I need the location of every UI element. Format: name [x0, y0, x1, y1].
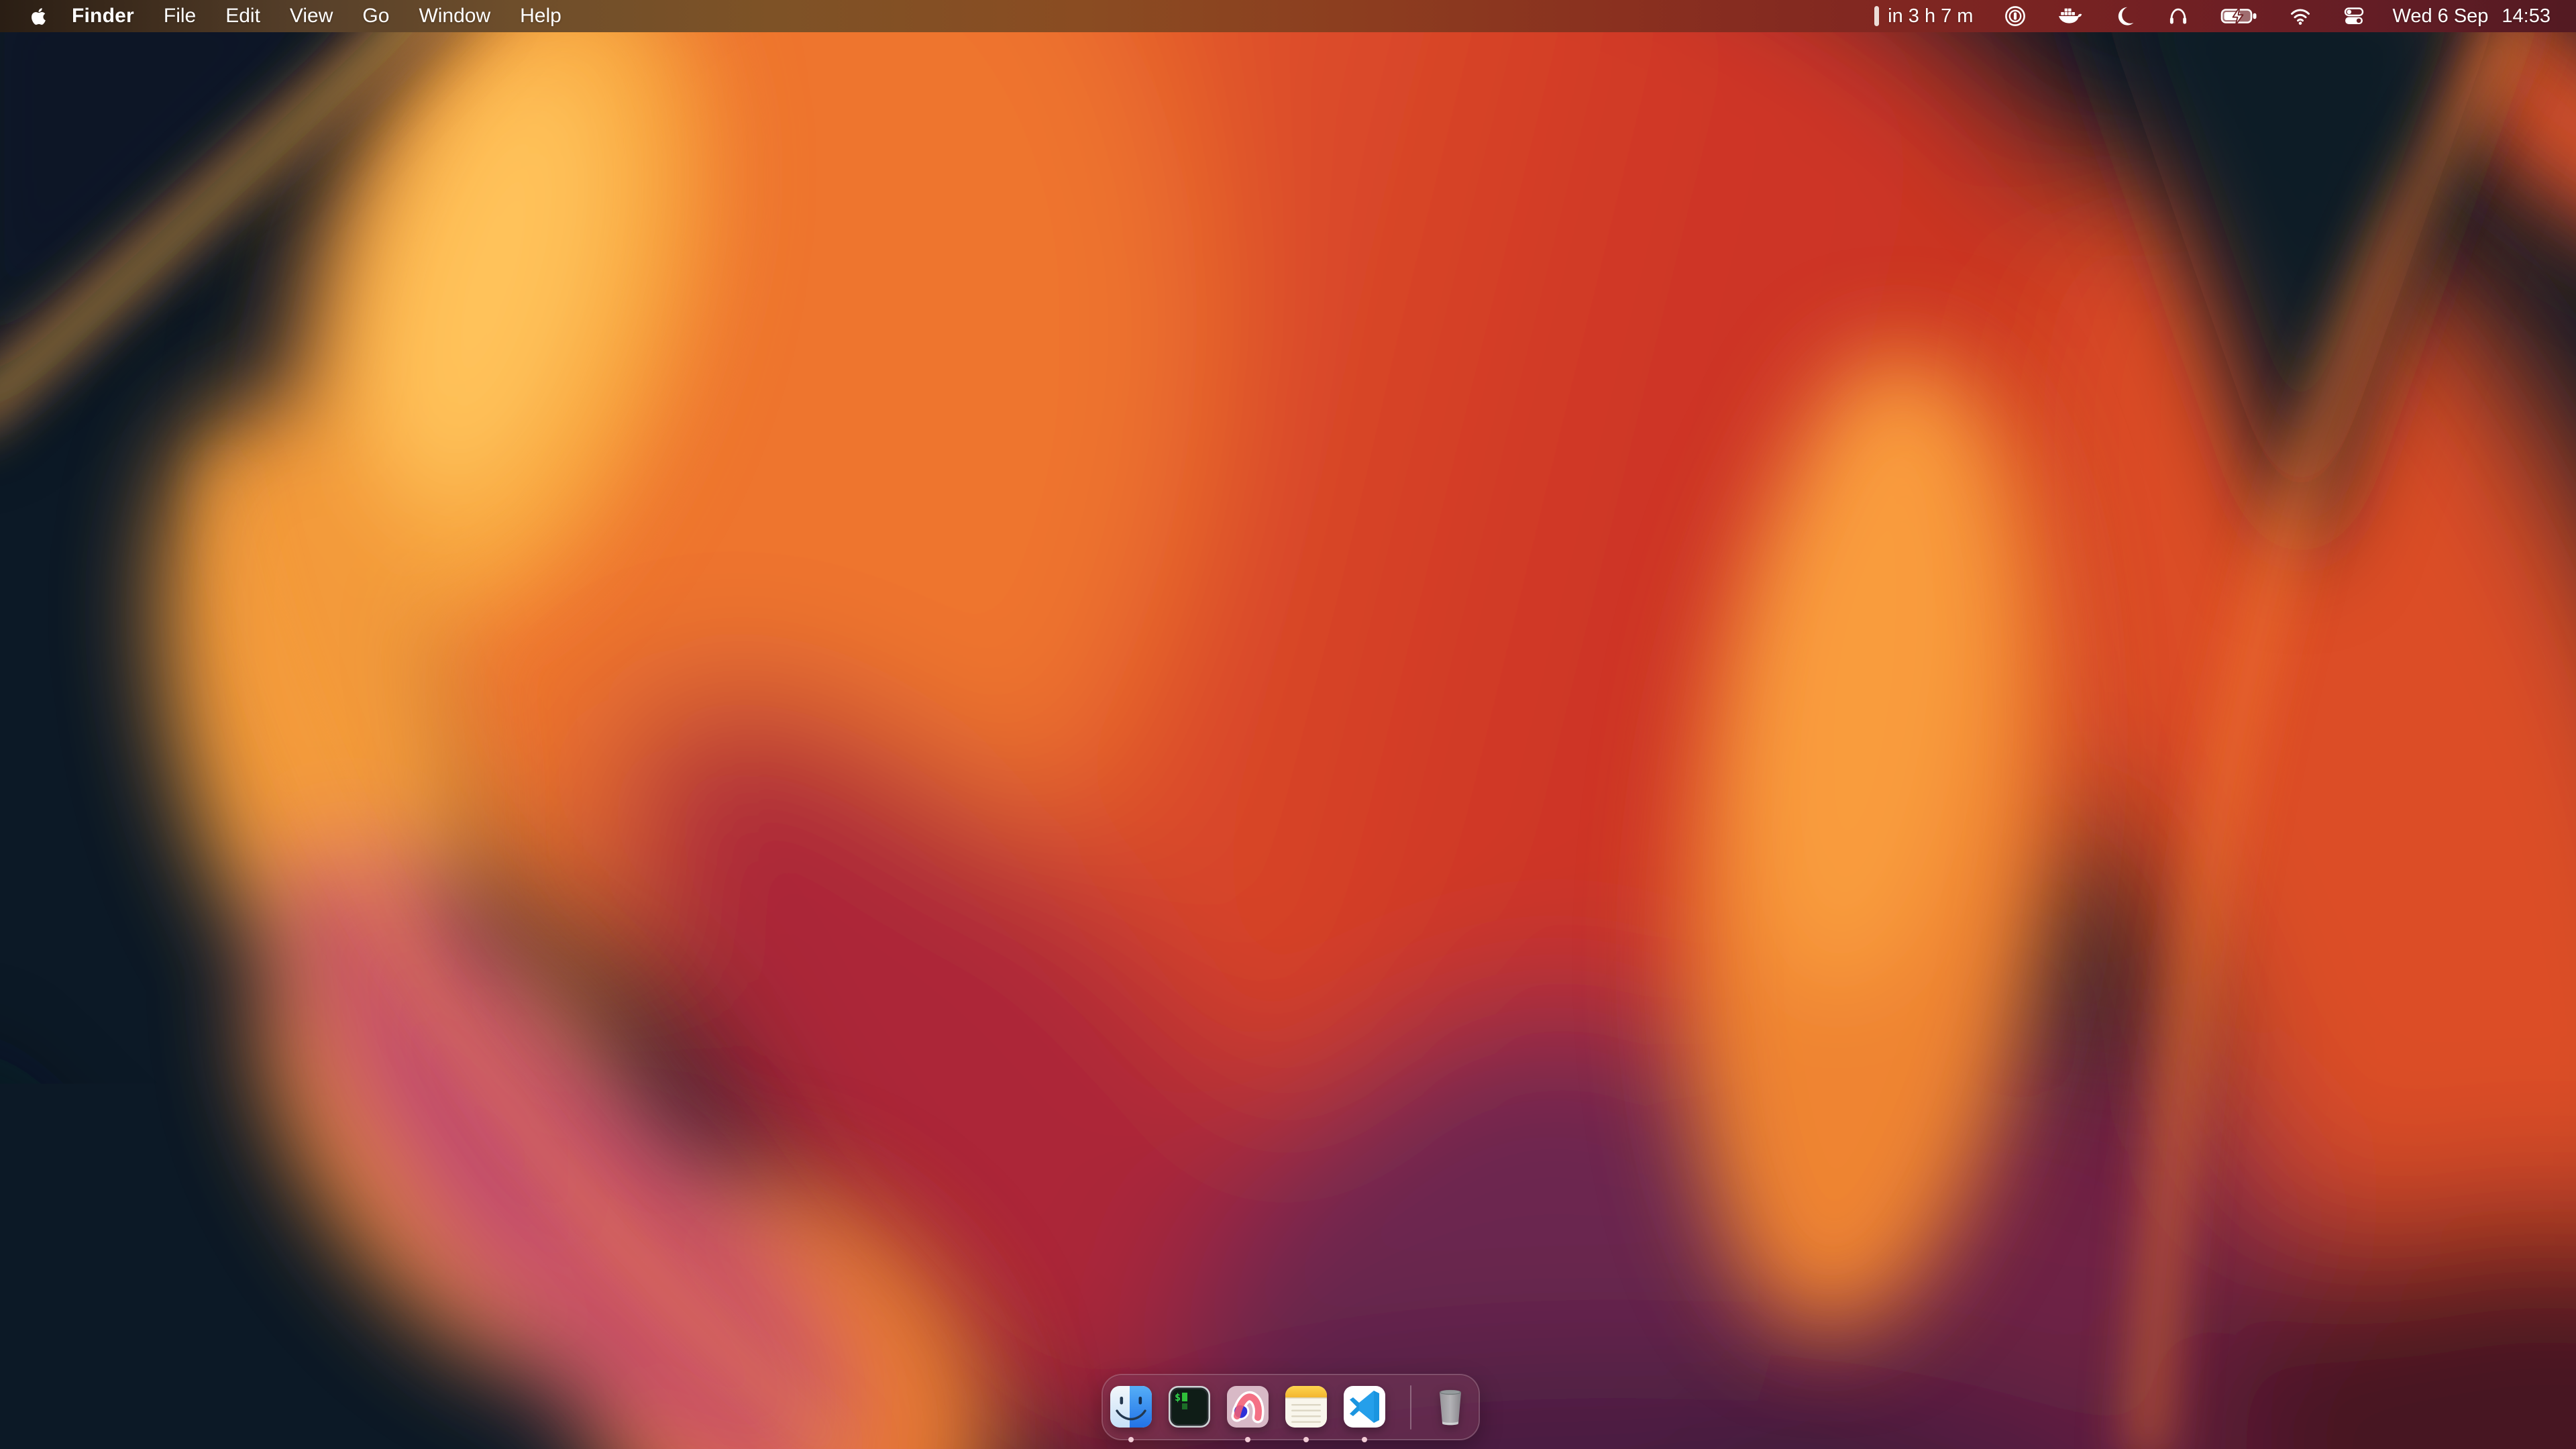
- menu-bar-status: in 3 h 7 m: [1874, 0, 2576, 32]
- event-countdown-text[interactable]: in 3 h 7 m: [1888, 5, 1973, 28]
- notes-icon: [1285, 1385, 1328, 1428]
- finder-icon: [1110, 1385, 1152, 1428]
- running-indicator-notes: [1303, 1437, 1309, 1442]
- trash-icon: [1429, 1385, 1472, 1428]
- status-headphones[interactable]: [2167, 5, 2190, 28]
- status-focus[interactable]: [2113, 5, 2136, 28]
- status-docker[interactable]: [2057, 5, 2082, 28]
- headphones-icon: [2167, 5, 2190, 28]
- docker-icon: [2057, 5, 2082, 28]
- dock-item-arc[interactable]: [1226, 1385, 1269, 1428]
- dock-separator: [1410, 1385, 1411, 1430]
- dock-item-notes[interactable]: [1285, 1385, 1328, 1428]
- running-indicator-finder: [1128, 1437, 1134, 1442]
- wifi-icon: [2289, 5, 2312, 28]
- desktop-wallpaper: [0, 0, 2576, 1449]
- apple-icon: [28, 5, 50, 28]
- dock-item-finder[interactable]: [1110, 1385, 1152, 1428]
- battery-charging-icon: [2220, 5, 2258, 28]
- status-wifi[interactable]: [2289, 5, 2312, 28]
- menu-help[interactable]: Help: [520, 5, 561, 28]
- status-1password[interactable]: [2004, 5, 2027, 28]
- apple-menu[interactable]: [28, 5, 50, 28]
- menu-window[interactable]: Window: [419, 5, 490, 28]
- menu-bar-clock[interactable]: 14:53: [2502, 5, 2551, 28]
- dock-item-trash[interactable]: [1429, 1385, 1472, 1428]
- dock-item-terminal[interactable]: $: [1168, 1385, 1211, 1428]
- desktop: Finder File Edit View Go Window Help in …: [0, 0, 2576, 1449]
- control-center-icon: [2343, 5, 2365, 28]
- menu-edit[interactable]: Edit: [225, 5, 260, 28]
- dock-item-vscode[interactable]: [1343, 1385, 1386, 1428]
- event-countdown-indicator-bar[interactable]: [1874, 6, 1879, 26]
- menu-view[interactable]: View: [290, 5, 333, 28]
- menu-bar-date[interactable]: Wed 6 Sep: [2392, 5, 2488, 28]
- 1password-icon: [2004, 5, 2027, 28]
- status-control-center[interactable]: [2343, 5, 2365, 28]
- arc-browser-icon: [1226, 1385, 1269, 1428]
- running-indicator-vscode: [1362, 1437, 1367, 1442]
- terminal-prompt-glyph: $: [1175, 1391, 1181, 1403]
- dock: $: [1102, 1374, 1480, 1440]
- menu-file[interactable]: File: [164, 5, 196, 28]
- menu-bar-left: Finder File Edit View Go Window Help: [0, 0, 561, 32]
- running-indicator-arc: [1245, 1437, 1250, 1442]
- vscode-icon: [1343, 1385, 1386, 1428]
- menu-bar: Finder File Edit View Go Window Help in …: [0, 0, 2576, 32]
- status-battery[interactable]: [2220, 5, 2258, 28]
- active-app-menu[interactable]: Finder: [72, 5, 134, 28]
- focus-moon-icon: [2113, 5, 2136, 28]
- menu-go[interactable]: Go: [362, 5, 389, 28]
- terminal-icon: $: [1168, 1385, 1211, 1428]
